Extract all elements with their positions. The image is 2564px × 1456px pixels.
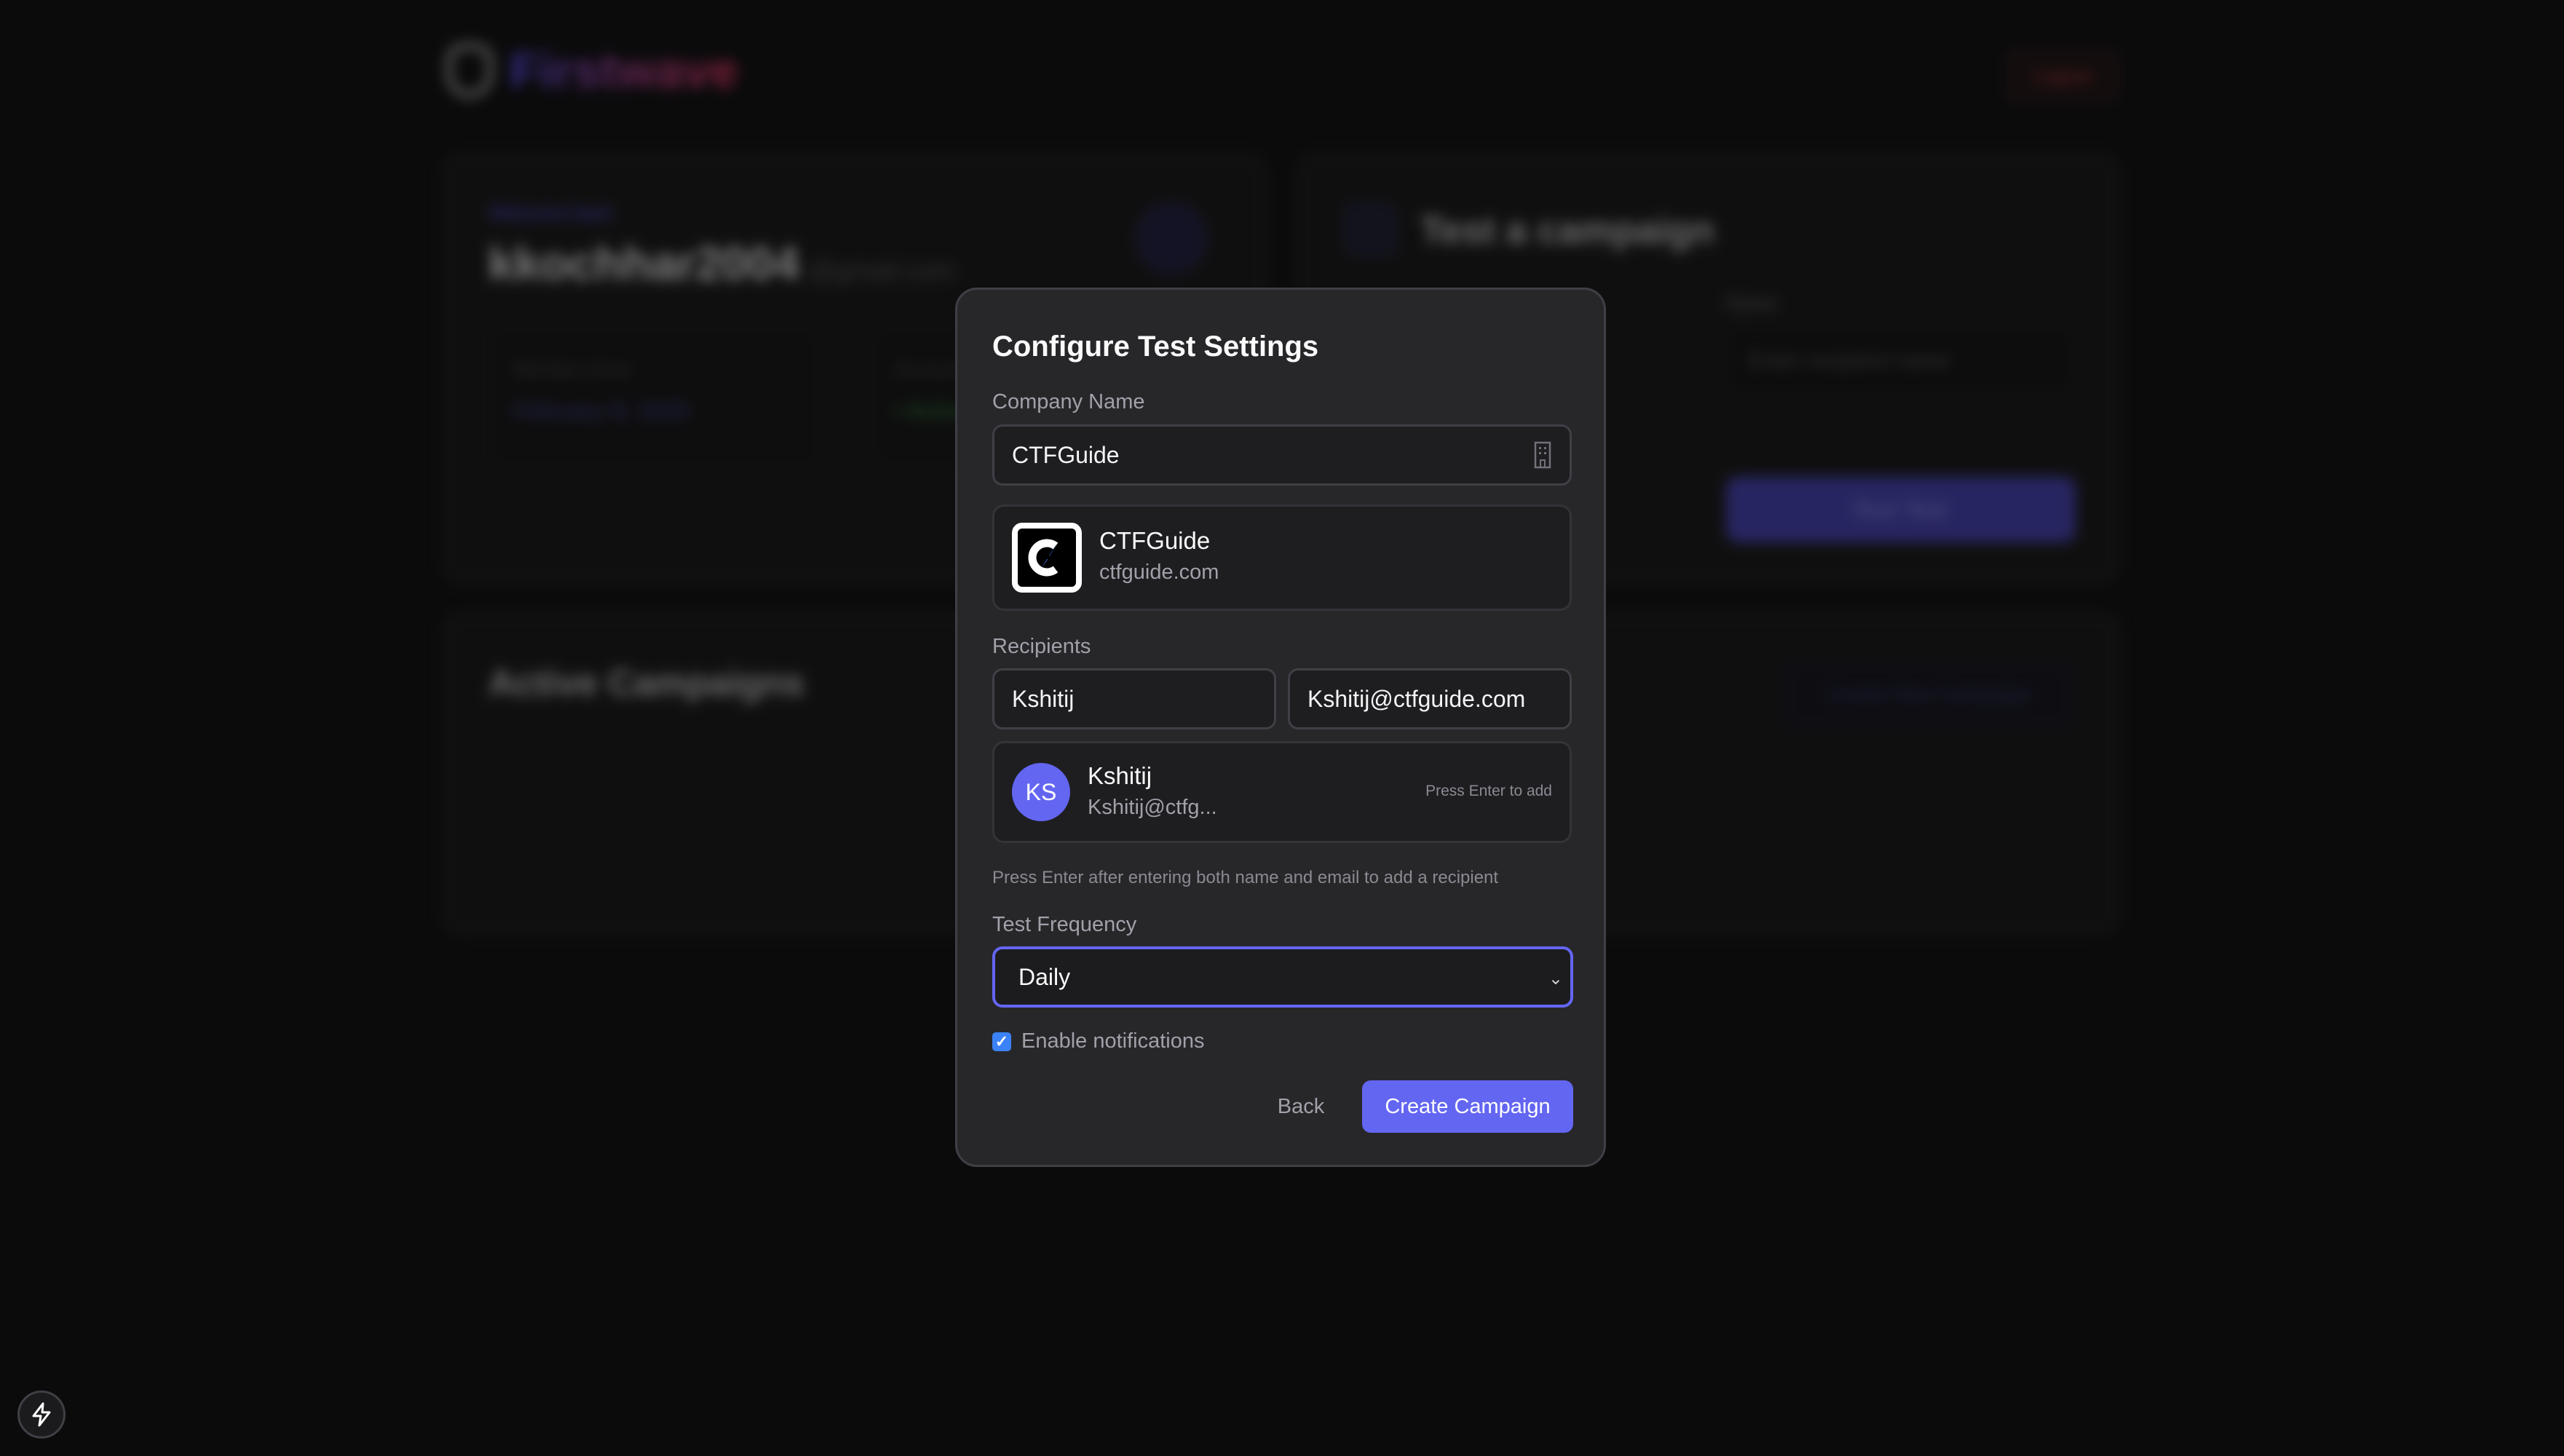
test-frequency-label: Test Frequency (992, 913, 1137, 936)
lightning-icon (32, 1402, 51, 1427)
recipient-name-value: Kshitij (1012, 685, 1075, 712)
modal-title: Configure Test Settings (992, 331, 1319, 363)
recipient-preview-name: Kshitij (1088, 762, 1152, 789)
recipient-preview-email: Kshitij@ctfg... (1088, 796, 1217, 819)
welcome-text: Welcome back (488, 202, 613, 223)
company-suggestion-domain: ctfguide.com (1099, 561, 1219, 584)
ctfguide-logo-icon (1028, 539, 1059, 577)
test-frequency-value: Daily (1018, 963, 1071, 990)
press-enter-hint: Press Enter to add (1425, 783, 1552, 799)
dev-tools-button[interactable] (17, 1390, 66, 1439)
stat-card: Member since February 8, 2025 (488, 325, 820, 468)
test-frequency-select[interactable]: Daily ⌄ (992, 946, 1573, 1008)
logout-button: Logout (2006, 50, 2119, 102)
company-logo (1012, 523, 1082, 593)
avatar: KS (1012, 763, 1070, 821)
active-campaigns-title: Active Campaigns (488, 662, 804, 703)
run-test-button: Run Test (1726, 477, 2076, 542)
company-name-value: CTFGuide (1012, 441, 1120, 468)
username-text: kkochhar2004 (488, 237, 799, 290)
recipients-help-text: Press Enter after entering both name and… (992, 868, 1499, 887)
notifications-label: Enable notifications (1021, 1029, 1205, 1053)
enable-notifications[interactable]: ✓ Enable notifications (992, 1029, 1205, 1053)
back-button[interactable]: Back (1265, 1080, 1337, 1133)
company-suggestion-name: CTFGuide (1099, 527, 1211, 554)
name-label: Name (1726, 292, 1777, 314)
username: kkochhar2004 @gmail.com (488, 237, 954, 290)
shield-check-icon (446, 43, 494, 98)
recipient-email-value: Kshitij@ctfguide.com (1307, 685, 1526, 712)
stat-label: Member since (513, 358, 632, 380)
recipient-name-input[interactable]: Kshitij (992, 668, 1276, 729)
company-suggestion[interactable]: CTFGuide ctfguide.com (992, 505, 1572, 611)
test-campaign-title: Test a campaign (1420, 210, 1714, 252)
configure-test-modal: Configure Test Settings Company Name CTF… (955, 288, 1606, 1167)
recipient-preview[interactable]: KS Kshitij Kshitij@ctfg... Press Enter t… (992, 741, 1572, 843)
create-new-campaign-button: Create New Campaign (1784, 662, 2073, 727)
company-name-input[interactable]: CTFGuide (992, 424, 1572, 486)
chevron-down-icon: ⌄ (1548, 969, 1563, 989)
create-campaign-button[interactable]: Create Campaign (1362, 1080, 1573, 1133)
user-icon (1135, 202, 1208, 274)
notifications-checkbox[interactable]: ✓ (992, 1032, 1011, 1051)
email-domain: @gmail.com (807, 256, 954, 285)
building-icon (1534, 441, 1551, 469)
recipients-label: Recipients (992, 635, 1091, 658)
stat-value: February 8, 2025 (513, 397, 690, 424)
recipient-email-input[interactable]: Kshitij@ctfguide.com (1288, 668, 1572, 729)
brand-name: Firstwave (510, 43, 738, 98)
company-name-label: Company Name (992, 390, 1145, 414)
arrow-left-icon (1343, 202, 1398, 257)
brand: Firstwave (446, 42, 738, 99)
recipient-name-input: Enter recipient name (1726, 328, 2076, 394)
